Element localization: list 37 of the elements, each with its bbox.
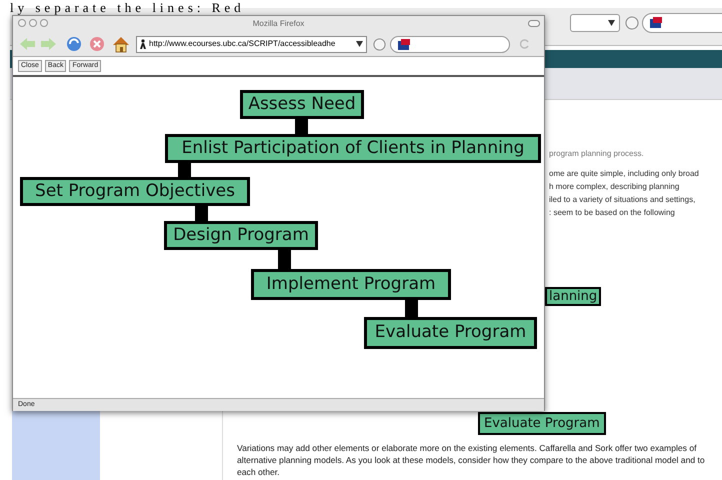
engine-icon (397, 38, 411, 50)
page-text-line: h more complex, describing planning (549, 181, 680, 192)
document-text: ly separate the lines: Red (10, 0, 245, 15)
stop-icon[interactable] (89, 36, 105, 52)
engine-icon (649, 17, 663, 29)
page-text-line: iled to a variety of situations and settings, (549, 194, 696, 205)
connector (195, 206, 208, 221)
url-field[interactable]: http://www.ecourses.ubc.ca/SCRIPT/accessibleadhe (136, 36, 367, 52)
dropdown-icon[interactable] (356, 41, 363, 47)
search-field[interactable] (390, 36, 510, 52)
flowchart-step: Enlist Participation of Clients in Planning (165, 134, 541, 163)
home-icon[interactable] (112, 36, 130, 52)
flowchart-step: Set Program Objectives (20, 177, 250, 206)
page-text-line: ome are quite simple, including only broad (549, 168, 699, 179)
toolbar-toggle-button[interactable] (528, 20, 540, 27)
flowchart-step: Implement Program (251, 269, 451, 300)
address-field[interactable] (570, 14, 620, 32)
diagram-box: lanning (545, 287, 602, 306)
flowchart-step: Evaluate Program (364, 317, 537, 349)
connector (278, 250, 291, 269)
dropdown-icon[interactable] (608, 20, 615, 26)
minimize-window-button[interactable] (29, 19, 37, 27)
page-text-line: program planning process. (549, 148, 645, 159)
person-icon (140, 39, 146, 49)
flowchart-step: Assess Need (240, 90, 364, 119)
window-title: Mozilla Firefox (252, 18, 304, 30)
paragraph: Variations may add other elements or elaborate more on the existing elements. Caffarella and Sork offer two examples of alternative planning models. As you look at these models, consider how they compare to the above traditional model and to each other. (237, 442, 706, 478)
flowchart-step: Design Program (164, 221, 318, 250)
connector (178, 163, 191, 177)
page-text-line: : seem to be based on the following (549, 207, 676, 218)
close-window-button[interactable] (18, 19, 26, 27)
search-field[interactable] (642, 13, 722, 33)
diagram-box: Evaluate Program (478, 412, 606, 435)
connector (405, 300, 418, 317)
reload-icon[interactable] (66, 36, 82, 52)
connector (295, 119, 308, 134)
zoom-window-button[interactable] (40, 19, 48, 27)
